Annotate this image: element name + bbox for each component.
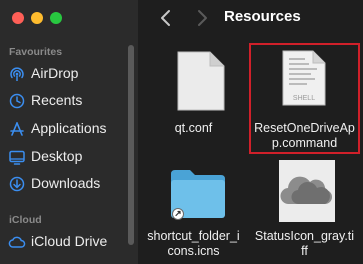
sidebar-item-applications[interactable]: Applications bbox=[6, 117, 128, 141]
clock-icon bbox=[8, 92, 26, 110]
selection-highlight bbox=[249, 43, 360, 154]
sidebar-item-label: Recents bbox=[31, 92, 83, 108]
sidebar-item-label: iCloud Drive bbox=[31, 233, 108, 249]
file-name: qt.conf bbox=[174, 121, 213, 135]
sidebar-item-airdrop[interactable]: AirDrop bbox=[6, 62, 128, 86]
cloud-image-icon bbox=[279, 160, 335, 222]
file-item[interactable]: shortcut_folder_i cons.icns bbox=[138, 160, 249, 264]
sidebar-item-label: Applications bbox=[31, 120, 107, 136]
desktop-icon bbox=[8, 148, 26, 166]
favourites-heading: Favourites bbox=[9, 46, 63, 58]
file-name-line2: cons.icns bbox=[167, 244, 220, 258]
airdrop-icon bbox=[8, 65, 26, 83]
sidebar-scrollbar[interactable] bbox=[128, 45, 134, 245]
file-item[interactable]: qt.conf bbox=[138, 45, 249, 155]
close-window-button[interactable] bbox=[12, 12, 24, 24]
sidebar-item-icloud-drive[interactable]: iCloud Drive bbox=[6, 230, 128, 254]
finder-window: Favourites AirDrop Recents Applications … bbox=[0, 0, 363, 264]
file-browser: Resources qt.conf SHELL ResetOneDriveAp … bbox=[138, 0, 363, 264]
minimize-window-button[interactable] bbox=[31, 12, 43, 24]
window-title: Resources bbox=[224, 8, 301, 25]
chevron-left-icon[interactable] bbox=[158, 9, 174, 27]
downloads-icon bbox=[8, 175, 26, 193]
document-icon bbox=[176, 50, 226, 112]
chevron-right-icon[interactable] bbox=[194, 9, 210, 27]
cloud-icon bbox=[8, 233, 26, 251]
sidebar-item-label: Desktop bbox=[31, 148, 83, 164]
folder-icon bbox=[168, 164, 228, 224]
sidebar: Favourites AirDrop Recents Applications … bbox=[0, 0, 138, 264]
zoom-window-button[interactable] bbox=[50, 12, 62, 24]
file-name-line2: ff bbox=[301, 244, 308, 258]
sidebar-item-desktop[interactable]: Desktop bbox=[6, 145, 128, 169]
sidebar-item-recents[interactable]: Recents bbox=[6, 89, 128, 113]
file-item[interactable]: StatusIcon_gray.ti ff bbox=[249, 160, 360, 264]
sidebar-item-label: AirDrop bbox=[31, 65, 79, 81]
sidebar-item-label: Downloads bbox=[31, 175, 101, 191]
applications-icon bbox=[8, 120, 26, 138]
sidebar-item-downloads[interactable]: Downloads bbox=[6, 172, 128, 196]
icloud-heading: iCloud bbox=[9, 214, 42, 226]
